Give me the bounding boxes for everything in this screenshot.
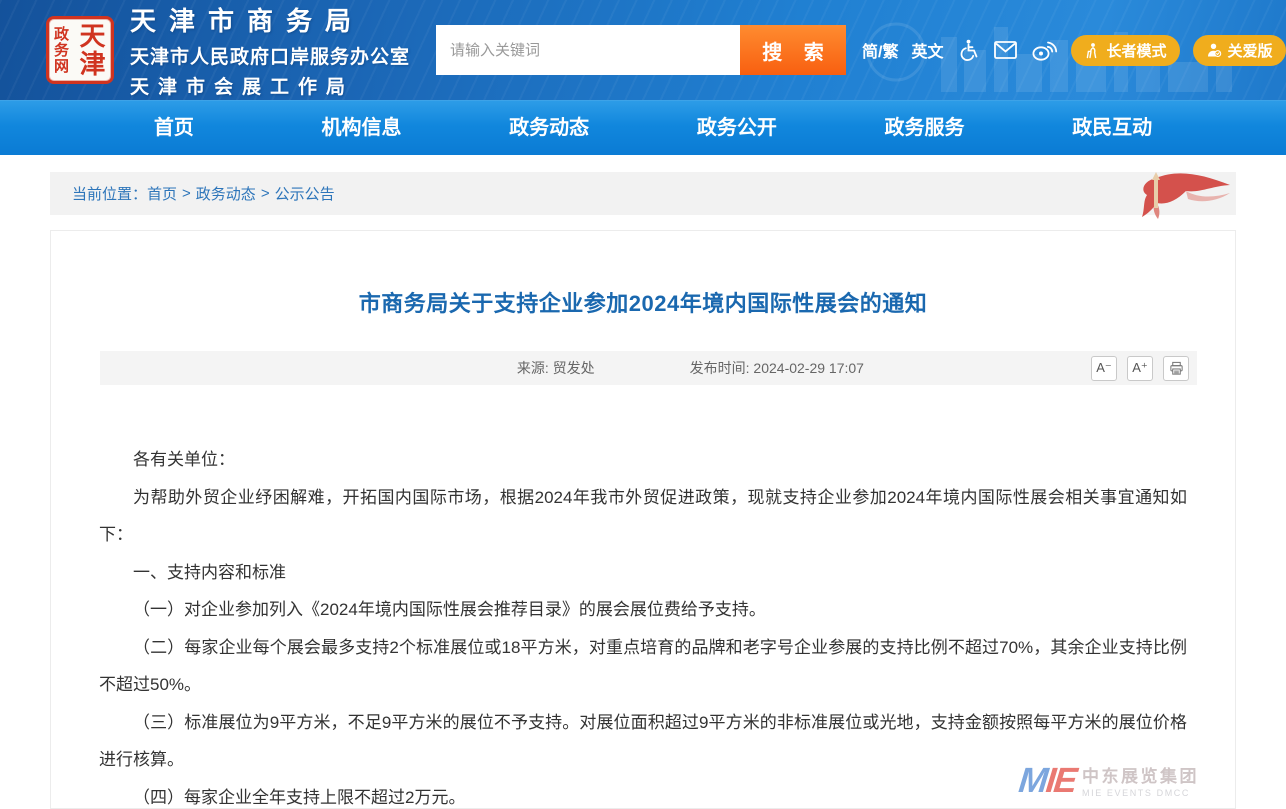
english-link[interactable]: 英文 <box>911 38 943 62</box>
article-publish-time: 发布时间: 2024-02-29 17:07 <box>690 358 864 378</box>
paragraph: 各有关单位： <box>99 441 1187 479</box>
nav-item-gov-disclosure[interactable]: 政务公开 <box>643 101 831 155</box>
article-title: 市商务局关于支持企业参加2024年境内国际性展会的通知 <box>51 286 1235 318</box>
care-version-button[interactable]: 关爱版 <box>1193 35 1286 66</box>
site-header: 政务网 天津 天津市商务局 天津市人民政府口岸服务办公室 天津市会展工作局 搜 … <box>0 0 1286 100</box>
watermark-cn-text: 中东展览集团 <box>1082 762 1199 787</box>
mail-icon[interactable] <box>993 40 1018 60</box>
seal-text-left: 政务网 <box>50 26 71 74</box>
nav-item-gov-services[interactable]: 政务服务 <box>831 101 1019 155</box>
printer-icon <box>1169 361 1184 376</box>
nav-item-home[interactable]: 首页 <box>80 101 268 155</box>
print-button[interactable] <box>1163 356 1189 381</box>
article-toolbar: A⁻ A⁺ <box>1091 356 1189 381</box>
article-meta-bar: 来源: 贸发处 发布时间: 2024-02-29 17:07 A⁻ A⁺ <box>100 351 1197 385</box>
red-ribbon-decoration <box>1130 170 1234 220</box>
site-title-exhibition-bureau: 天津市会展工作局 <box>130 72 410 99</box>
elder-person-icon <box>1084 42 1100 59</box>
seal-text-right: 天津 <box>73 22 110 78</box>
paragraph: （二）每家企业每个展会最多支持2个标准展位或18平方米，对重点培育的品牌和老字号… <box>99 629 1187 704</box>
site-title-port-office: 天津市人民政府口岸服务办公室 <box>130 42 410 69</box>
breadcrumb: 当前位置： 首页 > 政务动态 > 公示公告 <box>50 172 1236 215</box>
care-version-label: 关爱版 <box>1228 40 1273 61</box>
article-source: 来源: 贸发处 <box>517 358 595 378</box>
watermark-en-text: MIE EVENTS DMCC <box>1082 788 1199 798</box>
elder-mode-button[interactable]: 长者模式 <box>1071 35 1179 66</box>
page: 政务网 天津 天津市商务局 天津市人民政府口岸服务办公室 天津市会展工作局 搜 … <box>0 0 1286 809</box>
paragraph: 一、支持内容和标准 <box>99 554 1187 592</box>
breadcrumb-label: 当前位置： <box>72 183 147 204</box>
breadcrumb-link-gov-news[interactable]: 政务动态 <box>196 183 256 204</box>
paragraph: （一）对企业参加列入《2024年境内国际性展会推荐目录》的展会展位费给予支持。 <box>99 591 1187 629</box>
mie-watermark: MIE 中东展览集团 MIE EVENTS DMCC <box>1019 762 1199 798</box>
search-bar: 搜 索 <box>436 25 846 75</box>
search-button[interactable]: 搜 索 <box>740 25 846 75</box>
site-titles: 天津市商务局 天津市人民政府口岸服务办公室 天津市会展工作局 <box>130 1 410 99</box>
font-decrease-button[interactable]: A⁻ <box>1091 356 1117 381</box>
care-person-icon <box>1206 42 1222 58</box>
nav-item-org-info[interactable]: 机构信息 <box>268 101 456 155</box>
accessibility-wheelchair-icon[interactable] <box>956 38 980 62</box>
source-value: 贸发处 <box>553 360 595 376</box>
nav-item-gov-news[interactable]: 政务动态 <box>455 101 643 155</box>
publish-time-value: 2024-02-29 17:07 <box>753 360 864 376</box>
article-body: 各有关单位： 为帮助外贸企业纾困解难，开拓国内国际市场，根据2024年我市外贸促… <box>99 441 1187 809</box>
search-input[interactable] <box>436 25 740 75</box>
paragraph: 为帮助外贸企业纾困解难，开拓国内国际市场，根据2024年我市外贸促进政策，现就支… <box>99 479 1187 554</box>
elder-mode-label: 长者模式 <box>1106 40 1166 61</box>
font-increase-button[interactable]: A⁺ <box>1127 356 1153 381</box>
breadcrumb-link-home[interactable]: 首页 <box>147 183 177 204</box>
nav-item-public-interaction[interactable]: 政民互动 <box>1018 101 1206 155</box>
breadcrumb-separator: > <box>261 185 270 202</box>
simplified-traditional-toggle[interactable]: 简/繁 <box>862 38 898 62</box>
main-nav: 首页 机构信息 政务动态 政务公开 政务服务 政民互动 <box>0 100 1286 155</box>
weibo-icon[interactable] <box>1031 38 1058 62</box>
site-title-commerce-bureau: 天津市商务局 <box>130 1 410 38</box>
breadcrumb-link-announcements[interactable]: 公示公告 <box>275 183 335 204</box>
publish-time-label: 发布时间: <box>690 360 750 376</box>
source-label: 来源: <box>517 360 549 376</box>
article-card: 市商务局关于支持企业参加2024年境内国际性展会的通知 来源: 贸发处 发布时间… <box>50 230 1236 809</box>
breadcrumb-separator: > <box>182 185 191 202</box>
site-seal-logo[interactable]: 政务网 天津 <box>46 16 114 84</box>
mie-logo: MIE <box>1017 763 1077 798</box>
header-tools: 简/繁 英文 <box>862 35 1286 66</box>
